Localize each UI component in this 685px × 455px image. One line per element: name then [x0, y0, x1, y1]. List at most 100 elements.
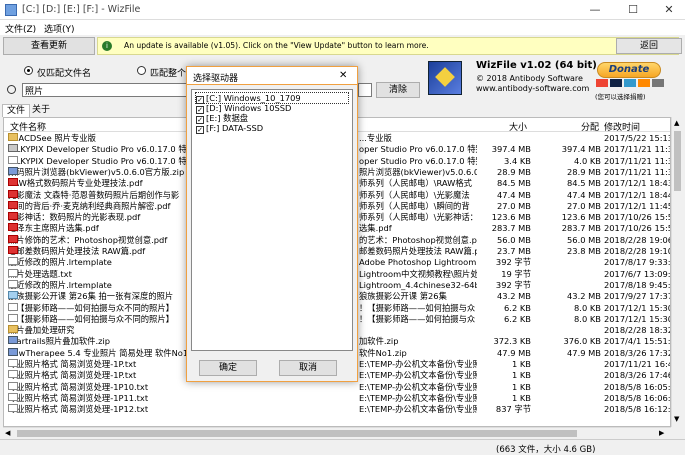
update-message: i An update is available (v1.05). Click … — [97, 37, 679, 55]
file-name-cell: 照片修饰的艺术：Photoshop视觉创意.pdf — [8, 234, 193, 246]
txt-icon — [8, 392, 18, 401]
table-row[interactable]: 专业照片格式 简易浏览处理-1P11.txt E:\TEMP-办公机文本备份\专业… — [4, 392, 671, 404]
file-alloc-cell: 4.0 KB — [574, 155, 601, 166]
file-date-cell: 2018/3/26 17:46:29 — [604, 370, 670, 381]
scroll-left-icon[interactable]: ◀ — [5, 429, 10, 437]
maximize-button[interactable]: ☐ — [615, 0, 651, 20]
file-name-text: 照片修饰的艺术：Photoshop视觉创意.pdf — [8, 234, 168, 245]
scroll-down-icon[interactable]: ▼ — [674, 415, 679, 423]
file-date-cell: 2018/2/28 18:32:50 — [604, 325, 670, 336]
tab-files[interactable]: 文件 — [2, 104, 31, 117]
pdf-icon — [8, 234, 18, 243]
file-name-text: 狼族摄影公开课 第26集 拍一张有深度的照片 — [8, 291, 174, 302]
file-name-cell: Startrails照片叠加软件.zip — [8, 336, 193, 347]
drive-checkbox[interactable]: ✓ — [196, 126, 204, 134]
file-size-cell: 23.7 MB — [497, 246, 531, 256]
file-name-cell: 照片处理选题.txt — [8, 268, 193, 280]
radio-whole-path[interactable] — [137, 66, 146, 75]
col-name[interactable]: 文件名称 — [10, 120, 46, 133]
file-path-cell: 照片浏览器(bkViewer)v5.0.6.0官方版. — [359, 166, 477, 177]
drive-item[interactable]: ✓ [C:] Windows_10_1709 — [195, 92, 349, 104]
file-path-cell: Lightroom_4.4chinese32-64bit — [359, 279, 477, 290]
file-name-cell: 数码照片浏览器(bkViewer)v5.0.6.0官方版.zip — [8, 166, 193, 178]
file-path-cell: 师系列（人民邮电）\瞬间的背 — [359, 200, 470, 211]
file-name-text: RAW格式数码照片专业处理技法.pdf — [8, 178, 143, 189]
menu-options[interactable]: 选项(Y) — [44, 22, 75, 35]
txt-icon — [8, 313, 18, 322]
file-size-cell: 397.4 MB — [491, 144, 531, 155]
scroll-up-icon[interactable]: ▲ — [674, 119, 679, 127]
file-path-cell: 选集.pdf — [359, 223, 392, 234]
scroll-thumb[interactable] — [674, 131, 681, 191]
drive-item[interactable]: ✓ [F:] DATA-SSD — [196, 123, 263, 134]
file-date-cell: 2018/5/8 16:06:24 — [604, 392, 671, 403]
file-name-cell: SILKYPIX Developer Studio Pro v6.0.17.0 … — [8, 144, 193, 155]
website-link[interactable]: www.antibody-software.com — [476, 84, 589, 93]
file-name-text: RawTherapee 5.4 专业照片 简易处理 软件No1.zip — [8, 347, 193, 358]
clear-button[interactable]: 清除 — [376, 82, 420, 98]
file-name-cell: ！【摄影师路——如何拍摄与众不同的照片】 — [8, 313, 193, 325]
file-path-cell: E:\TEMP-办公机文本备份\专业照片格式 简易浏览处理-1P12.txt — [359, 404, 477, 415]
drive-list[interactable]: ✓ [C:] Windows_10_1709 ✓ [D:] Windows 10SSD… — [191, 89, 353, 351]
file-size-cell: 837 字节 — [495, 404, 531, 415]
back-button[interactable]: 返回 — [616, 38, 682, 54]
mastercard-icon — [596, 79, 608, 87]
menu-file[interactable]: 文件(Z) — [5, 22, 36, 35]
status-text: (663 文件，大小 4.6 GB) — [496, 445, 596, 455]
paypal-icon — [638, 79, 650, 87]
file-path-cell: E:\TEMP-办公机文本备份\专业照片格式 简易浏览处理-1P10.txt — [359, 381, 477, 392]
exe-icon — [8, 144, 18, 153]
tab-about[interactable]: 关于 — [28, 104, 54, 117]
table-row[interactable]: 专业照片格式 简易浏览处理-1P12.txt E:\TEMP-办公机文本备份\专业… — [4, 404, 670, 415]
drive-item[interactable]: ✓ [D:] Windows 10SSD — [196, 103, 291, 114]
radio-dot — [27, 69, 30, 72]
minimize-button[interactable]: — — [577, 0, 613, 20]
pdf-icon — [8, 246, 18, 254]
file-size-cell: 392 字节 — [495, 257, 531, 268]
file-path-cell: 邮差数码照片处理技法 RAW篇.pdf — [359, 246, 477, 256]
title-bar: [C:] [D:] [E:] [F:] - WizFile — ☐ ✕ — [0, 0, 685, 20]
file-name-text: 光影魔法 文森特·范恩普数码照片后期创作与影 — [8, 189, 180, 200]
col-modified[interactable]: 修改时间 — [604, 120, 640, 133]
menu-bar: 文件(Z) 选项(Y) — [0, 20, 685, 35]
file-path-cell: E:\TEMP-办公机文本备份\专业照片格式 简易浏览处理-1P11.txt — [359, 392, 477, 403]
file-name-text: 专业照片格式 简易浏览处理-1P10.txt — [8, 381, 149, 392]
file-date-cell: 2017/9/27 17:37:01 — [604, 291, 670, 302]
file-date-cell: 2017/10/26 15:51:08 — [604, 212, 670, 223]
col-alloc[interactable]: 分配 — [581, 120, 599, 133]
file-date-cell: 2017/12/1 15:30:58 — [604, 313, 670, 324]
file-name-cell: 老邮差数码照片处理技法 RAW篇.pdf — [8, 246, 193, 257]
file-size-cell: 47.4 MB — [497, 189, 531, 200]
donate-button[interactable]: Donate — [597, 62, 661, 78]
file-name-cell: SILKYPIX Developer Studio Pro v6.0.17.0 … — [8, 155, 193, 167]
col-size[interactable]: 大小 — [509, 120, 527, 133]
file-size-cell: 28.9 MB — [497, 166, 531, 177]
copyright: © 2018 Antibody Software — [476, 74, 583, 83]
drive-item[interactable]: ✓ [E:] 数据盘 — [196, 113, 248, 124]
file-name-cell: 瞬间的背后·乔·麦克纳利经典商照片解密.pdf — [8, 200, 193, 212]
ok-button[interactable]: 确定 — [199, 360, 257, 376]
cancel-button[interactable]: 取消 — [279, 360, 337, 376]
file-date-cell: 2017/12/1 15:30:58 — [604, 302, 670, 313]
file-name-text: 专业照片格式 简易浏览处理-1P.txt — [8, 359, 137, 369]
dialog-close-button[interactable]: ✕ — [339, 70, 347, 81]
file-path-cell: 软件No1.zip — [359, 347, 407, 358]
vertical-scrollbar[interactable]: ▲ ▼ — [671, 117, 683, 427]
table-row[interactable]: 专业照片格式 简易浏览处理-1P10.txt E:\TEMP-办公机文本备份\专业… — [4, 381, 670, 393]
file-date-cell: 2017/8/17 9:33:51 — [604, 257, 671, 268]
search-icon — [7, 85, 16, 94]
search-input-ext[interactable] — [358, 83, 372, 97]
scroll-right-icon[interactable]: ▶ — [659, 429, 664, 437]
file-name-text: 老邮差数码照片处理技法 RAW篇.pdf — [8, 246, 146, 256]
search-input[interactable] — [22, 83, 190, 97]
file-date-cell: 2017/12/1 18:44:12 — [604, 189, 670, 200]
horizontal-scrollbar[interactable]: ◀ ▶ — [3, 427, 671, 439]
close-button[interactable]: ✕ — [651, 0, 685, 20]
select-drive-dialog: 选择驱动器 ✕ ✓ [C:] Windows_10_1709 ✓ [D:] Windo… — [186, 66, 358, 382]
view-update-button[interactable]: 查看更新 — [3, 37, 95, 55]
donate-label: Donate — [608, 64, 650, 75]
file-name-text: 瞬间的背后·乔·麦克纳利经典商照片解密.pdf — [8, 200, 171, 211]
card-icons — [596, 79, 666, 88]
radio-name-only[interactable] — [24, 66, 33, 75]
hscroll-thumb[interactable] — [17, 430, 577, 437]
